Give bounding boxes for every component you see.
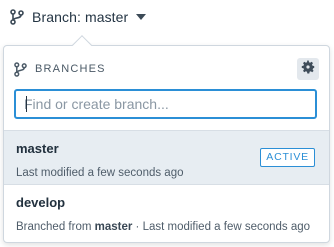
git-branch-icon xyxy=(14,61,27,77)
branch-list: master Last modified a few seconds ago A… xyxy=(4,130,329,240)
branch-name: develop xyxy=(16,195,66,210)
settings-button[interactable] xyxy=(297,58,319,80)
branch-selector-trigger[interactable]: Branch: master xyxy=(10,6,147,28)
branch-search-input[interactable] xyxy=(14,89,317,119)
popover-title: BRANCHES xyxy=(35,63,106,75)
text-cursor xyxy=(26,96,27,112)
popover-header: BRANCHES xyxy=(14,58,319,80)
branch-row-master[interactable]: master Last modified a few seconds ago A… xyxy=(4,130,329,185)
active-badge: ACTIVE xyxy=(260,148,315,167)
branch-meta: Last modified a few seconds ago xyxy=(16,167,184,179)
branches-popover: BRANCHES master Last modified a few seco… xyxy=(3,45,330,243)
branch-selector-label: Branch: master xyxy=(32,9,129,25)
gear-icon xyxy=(300,59,316,80)
branched-from-name: master xyxy=(94,221,133,233)
branch-row-develop[interactable]: develop Branched from master · Last modi… xyxy=(4,185,329,240)
caret-down-icon xyxy=(136,14,147,20)
git-branch-icon xyxy=(10,9,24,25)
branch-meta: Branched from master · Last modified a f… xyxy=(16,221,311,233)
